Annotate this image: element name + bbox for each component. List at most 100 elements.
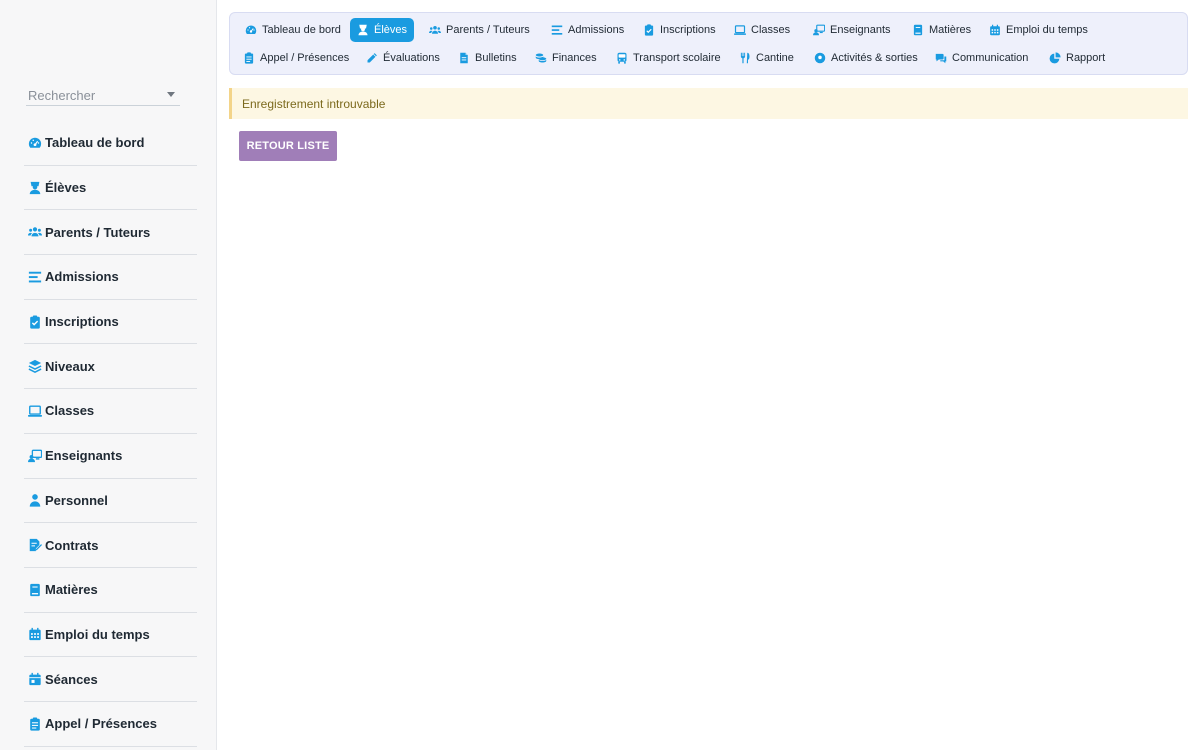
tab-emploi-du-temps[interactable]: Emploi du temps: [982, 18, 1095, 42]
tab-label: Appel / Présences: [260, 52, 350, 64]
sidebar-item-eleves[interactable]: Élèves: [24, 166, 197, 211]
sidebar-item-matieres[interactable]: Matières: [24, 568, 197, 613]
tab-inscriptions[interactable]: Inscriptions: [636, 18, 723, 42]
clipboard-check-icon: [28, 315, 42, 329]
dropdown-caret-icon[interactable]: [167, 92, 175, 97]
tab-label: Évaluations: [383, 52, 440, 64]
sidebar-item-appel-presences[interactable]: Appel / Présences: [24, 702, 197, 747]
sidebar-item-label: Parents / Tuteurs: [45, 224, 151, 240]
sidebar-item-seances[interactable]: Séances: [24, 657, 197, 702]
tab-label: Bulletins: [475, 52, 517, 64]
tab-classes[interactable]: Classes: [727, 18, 797, 42]
tab-transport-scolaire[interactable]: Transport scolaire: [609, 46, 728, 70]
sidebar-item-label: Classes: [45, 403, 95, 419]
users-icon: [28, 225, 42, 239]
sidebar-item-label: Élèves: [45, 180, 87, 196]
tab-admissions[interactable]: Admissions: [544, 18, 631, 42]
sidebar-menu: Tableau de bord Élèves Parents / Tuteurs Ad…: [24, 121, 197, 747]
clipboard-check-icon: [643, 24, 655, 36]
tab-label: Matières: [929, 24, 972, 36]
tab-label: Élèves: [374, 24, 408, 36]
tab-cantine[interactable]: Cantine: [732, 46, 801, 70]
dashboard-icon: [245, 24, 257, 36]
tab-label: Inscriptions: [660, 24, 716, 36]
chat-icon: [935, 52, 947, 64]
calendar-icon: [989, 24, 1001, 36]
tab-communication[interactable]: Communication: [928, 46, 1035, 70]
top-navigation: Tableau de bord Élèves Parents / Tuteurs Ad…: [229, 12, 1188, 75]
sidebar-item-label: Contrats: [45, 537, 99, 553]
sidebar-item-inscriptions[interactable]: Inscriptions: [24, 300, 197, 345]
sidebar-item-personnel[interactable]: Personnel: [24, 479, 197, 524]
tab-appel-presences[interactable]: Appel / Présences: [236, 46, 356, 70]
sidebar-item-label: Tableau de bord: [45, 135, 145, 151]
coins-icon: [535, 52, 547, 64]
sidebar-item-tableau-de-bord[interactable]: Tableau de bord: [24, 121, 197, 166]
tab-activites-sorties[interactable]: Activités & sorties: [807, 46, 925, 70]
contract-icon: [28, 538, 42, 552]
clipboard-list-icon: [28, 717, 42, 731]
clipboard-list-icon: [243, 52, 255, 64]
sidebar-item-label: Inscriptions: [45, 314, 119, 330]
sidebar-item-emploi-du-temps[interactable]: Emploi du temps: [24, 613, 197, 658]
tab-evaluations[interactable]: Évaluations: [359, 46, 447, 70]
tab-label: Enseignants: [830, 24, 891, 36]
laptop-icon: [734, 24, 746, 36]
book-icon: [28, 583, 42, 597]
sidebar-item-label: Enseignants: [45, 448, 123, 464]
sidebar-item-label: Niveaux: [45, 358, 95, 374]
calendar-day-icon: [28, 672, 42, 686]
utensils-icon: [739, 52, 751, 64]
file-icon: [458, 52, 470, 64]
calendar-icon: [28, 627, 42, 641]
sidebar-item-enseignants[interactable]: Enseignants: [24, 434, 197, 479]
teacher-icon: [28, 449, 42, 463]
sidebar-item-label: Admissions: [45, 269, 119, 285]
sidebar-item-label: Séances: [45, 671, 98, 687]
student-icon: [357, 24, 369, 36]
bus-icon: [616, 52, 628, 64]
tab-label: Cantine: [756, 52, 794, 64]
sidebar-item-niveaux[interactable]: Niveaux: [24, 344, 197, 390]
tab-bulletins[interactable]: Bulletins: [451, 46, 524, 70]
teacher-icon: [813, 24, 825, 36]
tab-label: Classes: [751, 24, 791, 36]
tab-label: Parents / Tuteurs: [446, 24, 530, 36]
football-icon: [814, 52, 826, 64]
student-icon: [28, 181, 42, 195]
dashboard-icon: [28, 136, 42, 150]
tab-finances[interactable]: Finances: [528, 46, 604, 70]
list-icon: [28, 270, 42, 284]
sidebar: Tableau de bord Élèves Parents / Tuteurs Ad…: [0, 0, 217, 750]
sidebar-item-label: Appel / Présences: [45, 716, 157, 732]
not-found-alert: Enregistrement introuvable: [229, 88, 1188, 119]
alert-message: Enregistrement introuvable: [242, 96, 386, 111]
users-icon: [429, 24, 441, 36]
tab-enseignants[interactable]: Enseignants: [806, 18, 898, 42]
tab-matieres[interactable]: Matières: [905, 18, 978, 42]
tab-parents-tuteurs[interactable]: Parents / Tuteurs: [422, 18, 537, 42]
tab-eleves[interactable]: Élèves: [350, 18, 415, 42]
tab-label: Finances: [552, 52, 597, 64]
sidebar-item-admissions[interactable]: Admissions: [24, 255, 197, 300]
sidebar-item-label: Emploi du temps: [45, 626, 150, 642]
pencil-icon: [366, 52, 378, 64]
tab-label: Tableau de bord: [262, 24, 341, 36]
tab-label: Communication: [952, 52, 1029, 64]
tab-rapport[interactable]: Rapport: [1042, 46, 1112, 70]
laptop-icon: [28, 404, 42, 418]
sidebar-item-classes[interactable]: Classes: [24, 389, 197, 434]
tab-label: Admissions: [568, 24, 625, 36]
tab-label: Emploi du temps: [1006, 24, 1088, 36]
sidebar-item-parents-tuteurs[interactable]: Parents / Tuteurs: [24, 210, 197, 256]
pie-chart-icon: [1049, 52, 1061, 64]
search-input[interactable]: [26, 85, 156, 105]
person-icon: [28, 493, 42, 507]
list-icon: [551, 24, 563, 36]
back-to-list-button[interactable]: RETOUR LISTE: [239, 131, 337, 161]
layers-icon: [28, 359, 42, 374]
tab-tableau-de-bord[interactable]: Tableau de bord: [238, 18, 348, 42]
search-field[interactable]: [26, 85, 180, 106]
sidebar-item-label: Personnel: [45, 492, 108, 508]
sidebar-item-contrats[interactable]: Contrats: [24, 523, 197, 568]
